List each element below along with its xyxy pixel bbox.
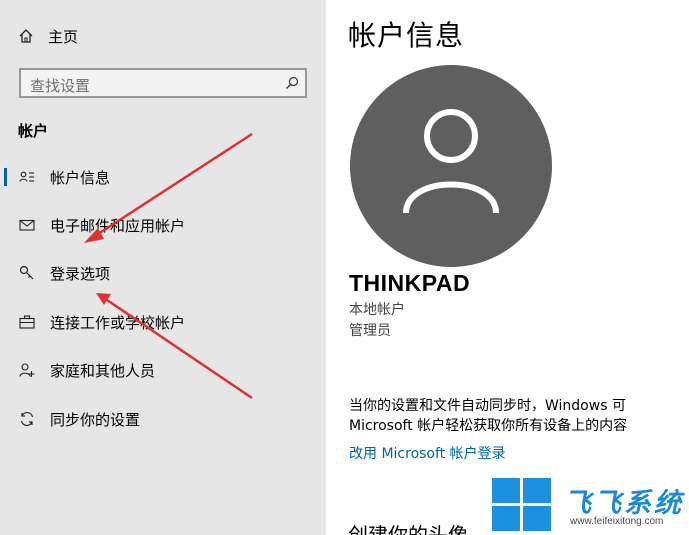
account-type: 本地帐户 — [349, 302, 405, 318]
search-settings-input[interactable]: 查找设置 — [19, 68, 307, 98]
person-card-icon — [19, 171, 34, 182]
section-title-accounts: 帐户 — [18, 122, 49, 140]
create-avatar-heading: 创建你的头像 — [348, 523, 468, 535]
sidebar-item-account-info[interactable]: 帐户信息 — [0, 159, 326, 195]
user-silhouette-icon — [403, 109, 499, 214]
username: THINKPAD — [349, 270, 471, 296]
sidebar-item-email-accounts[interactable]: 电子邮件和应用帐户 — [0, 207, 326, 243]
windows-logo-icon — [492, 478, 554, 533]
page-title: 帐户信息 — [348, 19, 465, 52]
sidebar-item-label: 登录选项 — [50, 264, 111, 283]
search-icon — [286, 76, 299, 89]
sidebar-item-label: 家庭和其他人员 — [50, 361, 156, 380]
settings-sidebar: 主页 查找设置 帐户 帐户信息 电子邮件和应用帐户 登录选项 连接工作或学校帐户… — [0, 0, 326, 535]
key-icon — [19, 265, 34, 280]
avatar[interactable] — [350, 65, 552, 267]
account-role: 管理员 — [349, 323, 391, 339]
sidebar-item-label: 同步你的设置 — [50, 410, 141, 429]
sidebar-item-label: 帐户信息 — [50, 168, 111, 187]
sync-icon — [20, 411, 34, 427]
account-info-page: 帐户信息 THINKPAD 本地帐户 管理员 当你的设置和文件自动同步时，Win… — [326, 0, 689, 535]
sidebar-item-family[interactable]: 家庭和其他人员 — [0, 352, 326, 388]
home-icon — [19, 29, 33, 43]
watermark: 飞飞系统 www.feifeixitong.com — [492, 478, 689, 535]
briefcase-icon — [19, 315, 35, 329]
sidebar-item-work-school[interactable]: 连接工作或学校帐户 — [0, 304, 326, 340]
sidebar-item-label: 电子邮件和应用帐户 — [50, 216, 186, 235]
mail-icon — [19, 219, 35, 231]
watermark-site: www.feifeixitong.com — [570, 516, 664, 527]
person-add-icon — [19, 363, 35, 377]
sidebar-item-sync[interactable]: 同步你的设置 — [0, 401, 326, 437]
sidebar-item-sign-in-options[interactable]: 登录选项 — [0, 255, 326, 291]
description-line-1: 当你的设置和文件自动同步时，Windows 可 — [349, 398, 626, 414]
sidebar-item-label: 连接工作或学校帐户 — [50, 313, 186, 332]
home-nav-item[interactable]: 主页 — [18, 24, 78, 48]
search-placeholder: 查找设置 — [30, 77, 91, 95]
description-line-2: Microsoft 帐户轻松获取你所有设备上的内容 — [349, 418, 628, 434]
watermark-brand: 飞飞系统 — [564, 488, 684, 519]
home-label: 主页 — [48, 27, 79, 46]
switch-to-microsoft-account-link[interactable]: 改用 Microsoft 帐户登录 — [349, 443, 506, 463]
